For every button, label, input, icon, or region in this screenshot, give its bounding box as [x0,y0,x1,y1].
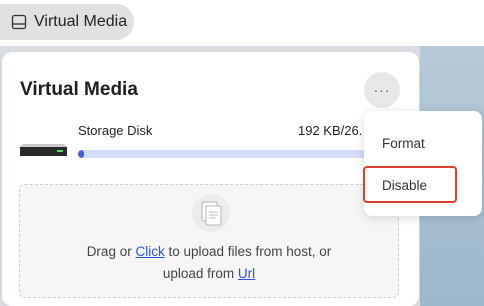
upload-instructions: Drag or Click to upload files from host,… [20,241,398,285]
upload-text-start: Drag or [86,244,136,259]
card-title: Virtual Media [20,79,138,100]
url-upload-link[interactable]: Url [238,266,255,281]
upload-dropzone[interactable]: Drag or Click to upload files from host,… [19,184,399,298]
disk-usage-bar [78,150,368,158]
disk-size: 192 KB/26. [298,123,363,138]
more-options-button[interactable]: ··· [364,72,400,108]
upload-text-middle: to upload files from host, or [164,244,332,259]
menu-item-format[interactable]: Format [382,136,425,151]
disk-drive-icon [20,144,67,156]
disk-name: Storage Disk [78,123,153,138]
breadcrumb-virtual-media[interactable]: Virtual Media [0,4,134,40]
click-upload-link[interactable]: Click [135,244,164,259]
menu-item-disable[interactable]: Disable [382,178,427,193]
upload-text-end: upload from [162,266,238,281]
disk-usage-fill [78,150,84,158]
virtual-media-card: Virtual Media ··· Storage Disk 192 KB/26… [2,52,419,306]
more-icon: ··· [373,82,391,98]
drive-icon [11,14,27,30]
upload-files-icon [192,194,230,232]
more-options-menu: Format Disable [364,111,482,216]
breadcrumb-label: Virtual Media [34,13,128,30]
